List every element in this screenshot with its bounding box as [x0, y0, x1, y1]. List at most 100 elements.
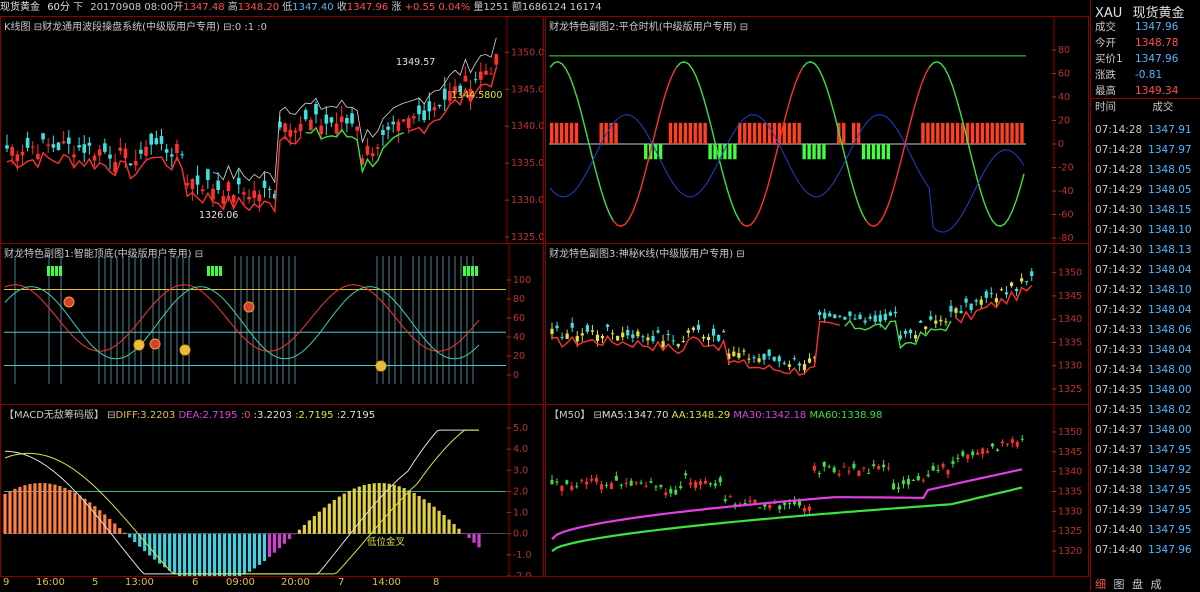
- time-axis-label: 8: [433, 577, 439, 588]
- candle-body: [884, 314, 887, 320]
- axis-label: 1330: [1058, 361, 1082, 372]
- tick-price: 1348.06: [1148, 324, 1191, 336]
- candle-body: [768, 505, 771, 508]
- tab-trades[interactable]: 成: [1151, 578, 1162, 591]
- candle-body: [752, 357, 755, 358]
- tick-time: 07:14:37: [1095, 444, 1142, 456]
- candle-body: [664, 493, 667, 496]
- macd-chart[interactable]: 5.04.03.02.01.00.0-1.0-2.0低位金叉: [1, 405, 544, 577]
- top-signal-bar: [47, 266, 50, 276]
- signal-bar-red: [555, 123, 558, 144]
- period-label[interactable]: 60分: [47, 2, 70, 13]
- signal-face-icon: [376, 361, 386, 371]
- candle-body: [929, 316, 932, 319]
- signal-bar-red: [798, 123, 801, 144]
- top-signal-bar: [467, 266, 470, 276]
- candle-body: [828, 466, 831, 467]
- candle-body: [124, 149, 128, 159]
- candle-body: [828, 313, 831, 316]
- tick-time: 07:14:30: [1095, 204, 1142, 216]
- tick-row: 07:14:391347.95: [1095, 500, 1192, 520]
- signal-bar-red: [788, 123, 791, 144]
- candle-body: [474, 79, 478, 80]
- signal-bar-red: [738, 123, 741, 144]
- axis-label: 1325: [1058, 526, 1082, 537]
- candle-body: [10, 147, 14, 156]
- candle-body: [108, 155, 112, 159]
- signal-bar-red: [570, 123, 573, 144]
- candle-body: [1005, 292, 1008, 294]
- close-timing-panel[interactable]: 财龙特色副图2:平仓时机(中级版用户专用) ⊟ 806040200-20-40-…: [545, 16, 1089, 244]
- macd-histogram-bar: [383, 483, 386, 534]
- candle-body: [376, 147, 380, 148]
- macd-panel[interactable]: 【MACD无敌筹码版】 ⊟DIFF:3.2203 DEA:2.7195 :0 :…: [0, 404, 544, 577]
- mystery-kline-chart[interactable]: 135013451340133513301325: [546, 244, 1089, 405]
- macd-histogram-bar: [447, 520, 450, 534]
- macd-histogram-bar: [213, 534, 216, 577]
- tick-time: 07:14:30: [1095, 244, 1142, 256]
- candle-body: [560, 486, 563, 491]
- signal-bar-red: [694, 123, 697, 144]
- ma-chart[interactable]: 1350134513401335133013251320: [546, 405, 1089, 577]
- macd-histogram-bar: [228, 534, 231, 577]
- candle-body: [985, 291, 988, 297]
- signal-bar-red: [684, 123, 687, 144]
- timing-line-red: [740, 67, 803, 226]
- candle-body: [26, 138, 30, 148]
- candle-body: [833, 468, 836, 473]
- macd-histogram-bar: [173, 534, 176, 574]
- tick-row: 07:14:331348.06: [1095, 320, 1192, 340]
- tick-row: 07:14:281347.97: [1095, 140, 1192, 160]
- top-bottom-chart[interactable]: 100806040200: [1, 244, 544, 405]
- macd-histogram-bar: [298, 530, 301, 534]
- tab-detail[interactable]: 细: [1095, 578, 1106, 591]
- macd-histogram-bar: [278, 534, 281, 549]
- candle-body: [732, 352, 735, 356]
- candle-body: [897, 487, 900, 488]
- axis-label: 1320: [1058, 546, 1082, 557]
- candle-body: [862, 467, 865, 468]
- candle-body: [601, 336, 604, 338]
- candle-body: [818, 473, 821, 474]
- signal-bar-red: [1010, 123, 1013, 144]
- candle-body: [21, 152, 25, 156]
- axis-label: 80: [1058, 45, 1070, 56]
- macd-histogram-bar: [93, 506, 96, 534]
- top-bottom-panel[interactable]: 财龙特色副图1:智能顶底(中级版用户专用) ⊟ 100806040200: [0, 243, 544, 405]
- candle-body: [227, 182, 231, 191]
- candle-body: [402, 119, 406, 121]
- top-signal-bar: [207, 266, 210, 276]
- quote-side-panel: XAU 现货黄金 成交1347.96 今开1348.78 买价11347.96 …: [1090, 0, 1200, 591]
- mystery-kline-panel[interactable]: 财龙特色副图3:神秘K线(中级版用户专用) ⊟ 1350134513401335…: [545, 243, 1089, 405]
- kline-panel[interactable]: K线图 ⊟财龙通用波段操盘系统(中级版用户专用) ⊟:0 :1 :0 1350.…: [0, 16, 544, 244]
- macd-histogram-bar: [178, 534, 181, 577]
- close-timing-chart[interactable]: 806040200-20-40-60-80: [546, 17, 1089, 244]
- macd-histogram-bar: [118, 528, 121, 534]
- candle-body: [646, 337, 649, 340]
- candle-body: [902, 480, 905, 484]
- high-price-label: 1349.57: [396, 57, 435, 68]
- candle-body: [57, 142, 61, 149]
- macd-histogram-bar: [163, 534, 166, 568]
- kline-chart[interactable]: 1350.01345.01340.01335.01330.01325.01349…: [1, 17, 544, 244]
- quote-row: 成交1347.96: [1095, 21, 1178, 33]
- candle-body: [823, 313, 826, 319]
- candle-body: [46, 145, 50, 146]
- tick-price: 1348.13: [1148, 244, 1191, 256]
- candle-body: [704, 481, 707, 484]
- candle-body: [687, 330, 690, 332]
- candle-body: [719, 478, 722, 483]
- candle-body: [917, 476, 920, 480]
- candle-body: [899, 335, 902, 338]
- tab-orderbook[interactable]: 盘: [1132, 578, 1143, 591]
- macd-histogram-bar: [133, 534, 136, 542]
- trend-line-green: [845, 321, 951, 348]
- signal-bar-green: [822, 144, 825, 159]
- signal-bar-red: [703, 123, 706, 144]
- signal-bar-red: [936, 123, 939, 144]
- candle-body: [551, 480, 554, 484]
- ma-panel[interactable]: 【M50】 ⊟MA5:1347.70 AA:1348.29 MA30:1342.…: [545, 404, 1089, 577]
- trend-line-red: [552, 322, 840, 376]
- macd-histogram-bar: [148, 534, 151, 556]
- tab-chart[interactable]: 图: [1114, 578, 1125, 591]
